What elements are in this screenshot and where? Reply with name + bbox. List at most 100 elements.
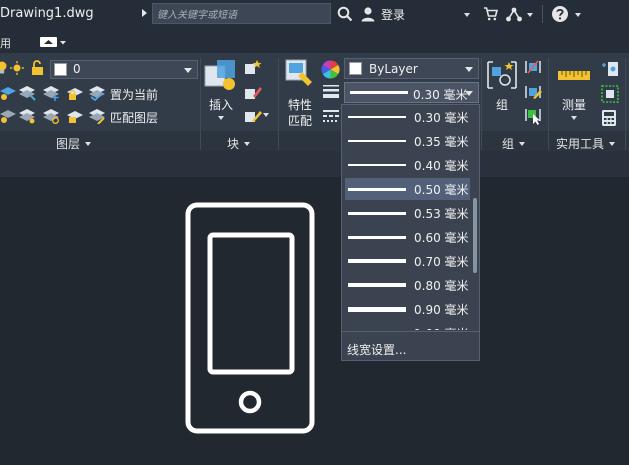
bulb-icon[interactable]: [0, 61, 8, 75]
layer-panel-chevron-down-icon[interactable]: [85, 141, 92, 146]
group-select-icon[interactable]: [524, 107, 542, 125]
calculator-icon[interactable]: [601, 109, 617, 127]
edit-block-icon[interactable]: [244, 84, 262, 100]
block-panel-chevron-down-icon[interactable]: [244, 141, 251, 146]
lineweight-option-label: 0.35 毫米: [414, 134, 469, 149]
help-dropdown-chevron-down-icon[interactable]: [574, 12, 582, 18]
lineweight-dropdown[interactable]: 0.30 毫米 0.35 毫米 0.40 毫米 0.50 毫米 0.53 毫米 0.60 …: [341, 104, 480, 361]
layer-freeze-icon[interactable]: [42, 85, 60, 101]
block-panel-title-label: 块: [227, 137, 240, 151]
login-dropdown-chevron-down-icon[interactable]: [463, 12, 471, 18]
set-current-layer-icon[interactable]: [88, 85, 106, 101]
edit-attributes-icon[interactable]: [244, 107, 262, 123]
utilities-panel-title[interactable]: 实用工具: [556, 135, 616, 152]
layer-unlock-icon[interactable]: [66, 108, 84, 124]
share-network-icon[interactable]: [505, 5, 523, 23]
cart-icon[interactable]: [482, 6, 498, 22]
layer-isolate-icon[interactable]: [18, 85, 36, 101]
match-properties-label-line1[interactable]: 特性: [288, 96, 312, 113]
block-panel-title[interactable]: 块: [227, 135, 251, 152]
ungroup-icon[interactable]: [524, 59, 542, 75]
color-wheel-icon[interactable]: [321, 60, 340, 79]
layer-panel-title[interactable]: 图层: [56, 135, 92, 152]
user-icon[interactable]: [359, 5, 377, 23]
layer-color-swatch: [54, 63, 67, 76]
layer-properties-icon[interactable]: [0, 85, 16, 101]
lineweight-sample-line: [348, 212, 406, 215]
lineweight-option[interactable]: 0.60 毫米: [345, 226, 470, 248]
title-divider: [542, 5, 543, 23]
layer-combo[interactable]: 0: [50, 60, 198, 79]
login-link[interactable]: 登录: [381, 6, 405, 23]
lineweight-option[interactable]: 0.50 毫米: [345, 178, 470, 200]
lineweight-option[interactable]: 0.35 毫米: [345, 130, 470, 152]
search-icon[interactable]: [336, 5, 354, 23]
lineweight-option[interactable]: 0.70 毫米: [345, 250, 470, 272]
dropdown-scrollbar[interactable]: [471, 105, 479, 330]
group-edit-icon[interactable]: [524, 84, 542, 100]
create-block-icon[interactable]: [244, 59, 262, 75]
lineweight-option-label: 0.53 毫米: [414, 206, 469, 221]
lock-open-icon[interactable]: [31, 60, 45, 75]
match-properties-label-line2[interactable]: 匹配: [288, 112, 312, 129]
lineweight-option[interactable]: 0.90 毫米: [345, 298, 470, 320]
dropdown-scrollbar-thumb[interactable]: [473, 198, 477, 273]
utilities-panel-chevron-down-icon[interactable]: [609, 141, 616, 146]
panel-divider: [200, 58, 201, 150]
phone-home-button: [238, 390, 262, 414]
group-panel-title-label: 组: [502, 137, 515, 151]
document-title: Drawing1.dwg: [0, 6, 94, 21]
search-input[interactable]: [157, 9, 326, 22]
block-tools-chevron-down-icon[interactable]: [262, 112, 270, 118]
color-combo-chevron-down-icon[interactable]: [465, 67, 473, 72]
insert-block-icon[interactable]: [203, 58, 239, 92]
measure-ruler-icon[interactable]: [558, 66, 590, 82]
lineweight-icon[interactable]: [322, 84, 340, 100]
panel-divider: [625, 58, 626, 150]
lineweight-option[interactable]: 0.30 毫米: [345, 106, 470, 128]
drawing-canvas[interactable]: [0, 177, 629, 465]
measure-button[interactable]: 测量: [562, 96, 586, 113]
lineweight-option[interactable]: 1.00 毫米: [345, 322, 470, 331]
layer-off-icon[interactable]: [18, 108, 36, 124]
measure-chevron-down-icon[interactable]: [570, 115, 578, 121]
set-current-button[interactable]: 置为当前: [110, 86, 158, 103]
lineweight-sample-line: [348, 164, 406, 166]
sun-icon[interactable]: [10, 61, 24, 75]
lineweight-value: 0.30 毫米: [413, 88, 468, 102]
share-dropdown-chevron-down-icon[interactable]: [526, 12, 534, 18]
menu-tab-partial[interactable]: 用: [0, 35, 11, 51]
lineweight-list: 0.30 毫米 0.35 毫米 0.40 毫米 0.50 毫米 0.53 毫米 0.60 …: [342, 105, 473, 330]
color-combo[interactable]: ByLayer: [344, 58, 479, 79]
lineweight-sample-line: [348, 283, 406, 287]
lineweight-option[interactable]: 0.53 毫米: [345, 202, 470, 224]
group-icon[interactable]: [485, 59, 519, 91]
layer-combo-chevron-down-icon[interactable]: [184, 68, 192, 73]
match-layer-icon[interactable]: [88, 108, 106, 124]
quick-select-icon[interactable]: [601, 85, 619, 103]
layer-state-icon[interactable]: [0, 108, 16, 124]
lineweight-option[interactable]: 0.80 毫米: [345, 274, 470, 296]
linetype-icon[interactable]: [322, 108, 340, 124]
nav-arrow-icon[interactable]: [142, 9, 147, 17]
match-properties-icon[interactable]: [284, 58, 314, 90]
ribbon-minimize-icon[interactable]: [40, 37, 66, 47]
id-point-icon[interactable]: [601, 60, 619, 78]
help-icon[interactable]: [551, 5, 569, 23]
insert-button[interactable]: 插入: [209, 96, 233, 113]
lineweight-option-label: 1.00 毫米: [414, 325, 469, 331]
match-layer-button[interactable]: 匹配图层: [110, 109, 158, 126]
group-button[interactable]: 组: [496, 96, 508, 113]
search-box[interactable]: [152, 3, 331, 24]
layer-thaw-icon[interactable]: [42, 108, 60, 124]
lineweight-option-label: 0.60 毫米: [414, 230, 469, 245]
lineweight-combo-chevron-down-icon[interactable]: [465, 91, 473, 96]
group-panel-chevron-down-icon[interactable]: [519, 141, 526, 146]
insert-chevron-down-icon[interactable]: [217, 115, 225, 121]
lineweight-combo[interactable]: 0.30 毫米: [344, 82, 479, 103]
lineweight-sample-line: [348, 259, 406, 263]
lineweight-settings-link[interactable]: 线宽设置...: [347, 341, 406, 358]
layer-lock-icon[interactable]: [66, 85, 84, 101]
group-panel-title[interactable]: 组: [502, 135, 526, 152]
lineweight-option[interactable]: 0.40 毫米: [345, 154, 470, 176]
